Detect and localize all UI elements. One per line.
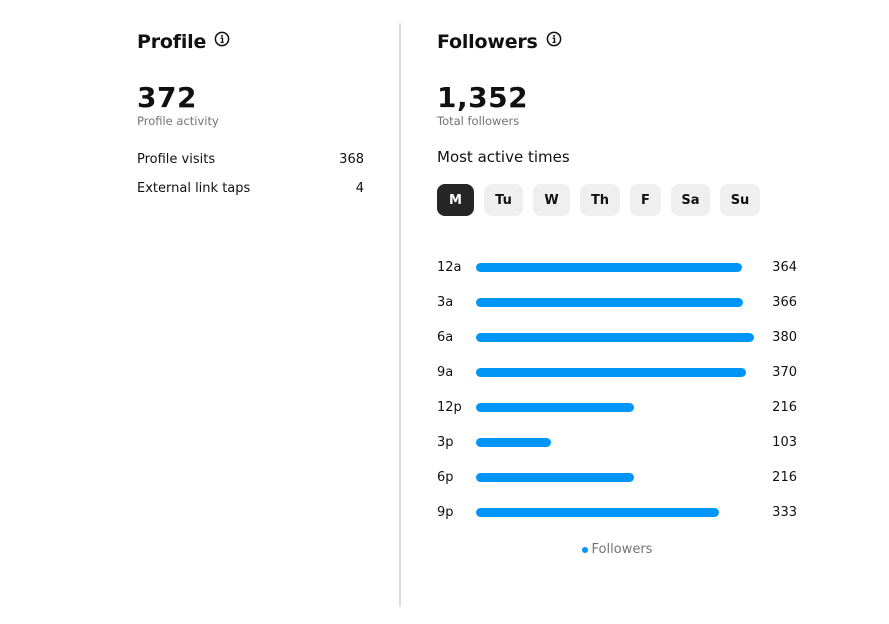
bar-category-label: 3p: [437, 435, 454, 450]
bar: [475, 403, 634, 412]
day-selector: M Tu W Th F Sa Su: [437, 184, 797, 216]
day-tab-thursday[interactable]: Th: [580, 184, 620, 216]
bar-value-label: 216: [772, 400, 797, 415]
bar-category-label: 9a: [437, 365, 454, 380]
profile-title: Profile: [137, 31, 207, 53]
bar: [475, 263, 742, 272]
bar-row: 6a 380: [437, 320, 797, 355]
bar-value-label: 364: [772, 260, 797, 275]
bar-category-label: 12a: [437, 260, 462, 275]
bar-category-label: 12p: [437, 400, 462, 415]
day-tab-wednesday[interactable]: W: [533, 184, 570, 216]
followers-header: Followers: [437, 28, 797, 56]
stat-row-profile-visits: Profile visits 368: [137, 152, 364, 167]
bar-category-label: 9p: [437, 505, 454, 520]
bar-value-label: 333: [772, 505, 797, 520]
bar-value-label: 366: [772, 295, 797, 310]
bar: [475, 333, 754, 342]
info-icon[interactable]: [546, 31, 562, 47]
bar-track: [475, 333, 768, 342]
info-icon[interactable]: [214, 31, 230, 47]
bar: [475, 508, 720, 517]
day-tab-tuesday[interactable]: Tu: [484, 184, 523, 216]
profile-activity-total: 372: [137, 81, 197, 114]
day-tab-saturday[interactable]: Sa: [671, 184, 710, 216]
stat-label: External link taps: [137, 181, 251, 196]
bar-track: [475, 298, 768, 307]
followers-title: Followers: [437, 31, 538, 53]
bar-value-label: 380: [772, 330, 797, 345]
bar-row: 12p 216: [437, 390, 797, 425]
bar-row: 9p 333: [437, 495, 797, 530]
bar-value-label: 216: [772, 470, 797, 485]
bar-value-label: 370: [772, 365, 797, 380]
bar-category-label: 3a: [437, 295, 454, 310]
most-active-times-heading: Most active times: [437, 148, 570, 166]
bar-track: [475, 508, 768, 517]
stat-value: 368: [339, 152, 364, 167]
bar-category-label: 6p: [437, 470, 454, 485]
bar-track: [475, 473, 768, 482]
bar-track: [475, 263, 768, 272]
bar: [475, 368, 747, 377]
bar-track: [475, 368, 768, 377]
bar-track: [475, 403, 768, 412]
profile-panel: Profile 372 Profile activity Profile vis…: [137, 28, 364, 196]
day-tab-sunday[interactable]: Su: [720, 184, 760, 216]
stat-row-external-link-taps: External link taps 4: [137, 181, 364, 196]
stat-value: 4: [355, 181, 364, 196]
bar-track: [475, 438, 768, 447]
bar-row: 12a 364: [437, 250, 797, 285]
chart-legend: Followers: [437, 542, 797, 557]
day-tab-friday[interactable]: F: [630, 184, 661, 216]
bar-row: 6p 216: [437, 460, 797, 495]
bar-row: 3a 366: [437, 285, 797, 320]
profile-header: Profile: [137, 28, 364, 56]
day-tab-monday[interactable]: M: [437, 184, 474, 216]
bar: [475, 438, 552, 447]
bar-row: 3p 103: [437, 425, 797, 460]
profile-activity-label: Profile activity: [137, 114, 219, 128]
legend-dot-icon: [581, 546, 588, 553]
followers-total-label: Total followers: [437, 114, 520, 128]
active-times-chart: 12a 364 3a 366 6a 380 9a 370 12p 216 3p 103 6p 216 9p 3…: [437, 250, 797, 530]
followers-total: 1,352: [437, 81, 529, 114]
bar: [475, 298, 744, 307]
bar: [475, 473, 634, 482]
stat-label: Profile visits: [137, 152, 216, 167]
legend-label: Followers: [591, 542, 653, 557]
bar-value-label: 103: [772, 435, 797, 450]
bar-category-label: 6a: [437, 330, 454, 345]
vertical-divider: [399, 23, 401, 607]
bar-row: 9a 370: [437, 355, 797, 390]
followers-panel: Followers 1,352 Total followers Most act…: [437, 28, 797, 557]
